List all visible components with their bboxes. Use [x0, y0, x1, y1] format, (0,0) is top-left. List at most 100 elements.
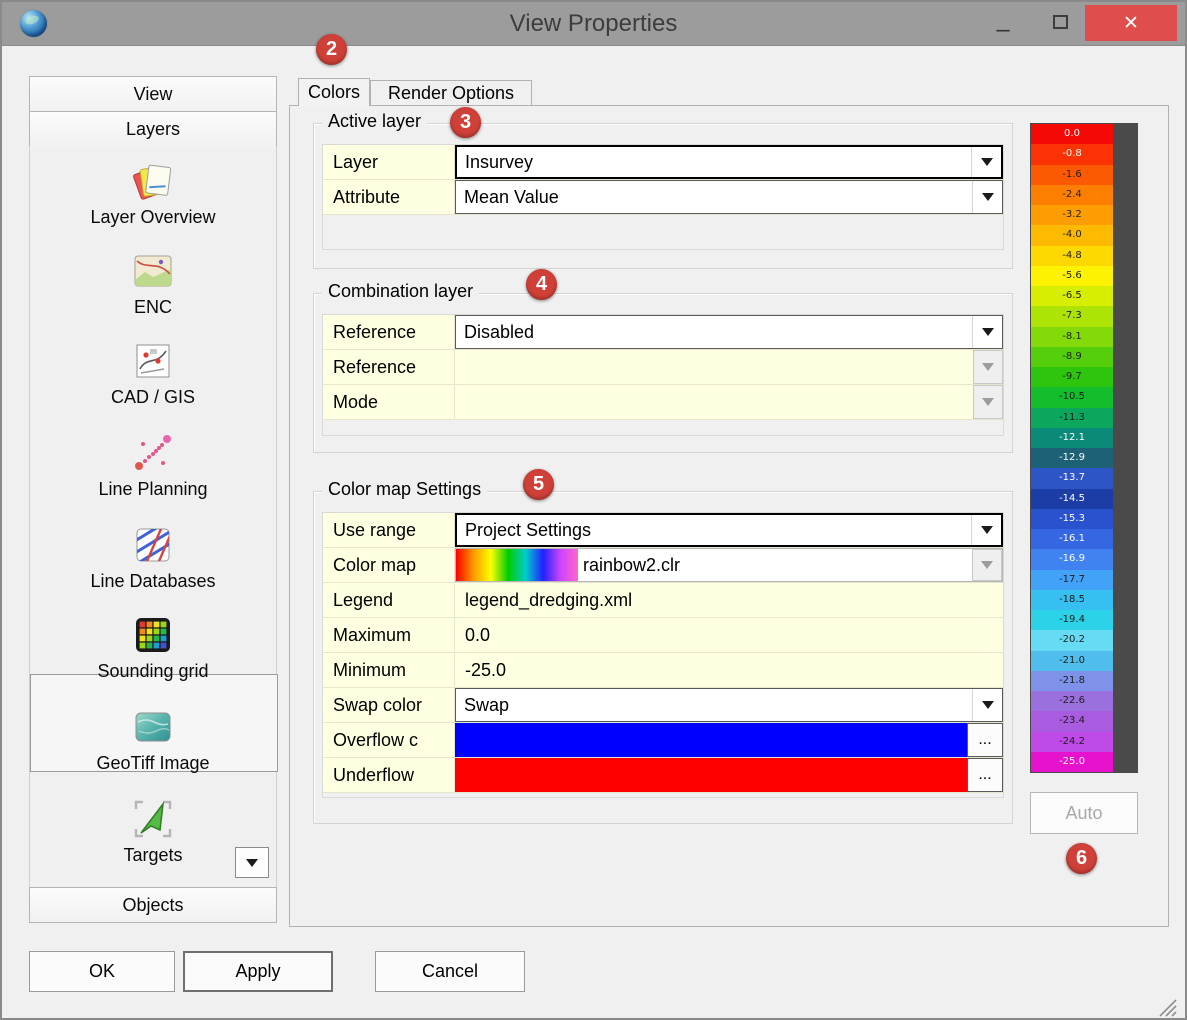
legend-band: -1.6 — [1031, 165, 1113, 185]
chevron-down-icon — [981, 158, 993, 166]
mode-dropdown-disabled — [455, 385, 1003, 419]
property-row-color-map: Color map rainbow2.clr — [323, 548, 1003, 583]
step-badge-3: 3 — [450, 107, 481, 138]
legend-band: -7.3 — [1031, 306, 1113, 326]
sidebar-item-label: Line Planning — [29, 479, 277, 500]
property-row-maximum: Maximum 0.0 — [323, 618, 1003, 653]
layer-overview-icon — [130, 158, 176, 204]
dropdown-value: Swap — [456, 689, 972, 721]
sidebar-item-label: Layer Overview — [29, 207, 277, 228]
dropdown-button[interactable] — [972, 689, 1002, 721]
line-databases-icon — [130, 522, 176, 568]
sidebar-item-sounding-grid[interactable]: Sounding grid — [29, 612, 277, 682]
step-badge-6: 6 — [1066, 843, 1097, 874]
legend-band: -11.3 — [1031, 408, 1113, 428]
targets-icon — [130, 796, 176, 842]
attribute-dropdown[interactable]: Mean Value — [455, 180, 1003, 214]
legend-band: -2.4 — [1031, 185, 1113, 205]
legend-band: -4.0 — [1031, 225, 1113, 245]
color-map-filename: rainbow2.clr — [578, 549, 972, 581]
legend-band: -14.5 — [1031, 489, 1113, 509]
legend-band: -22.6 — [1031, 691, 1113, 711]
legend-band: -20.2 — [1031, 630, 1113, 650]
legend-band: -13.7 — [1031, 468, 1113, 488]
chevron-down-icon — [982, 328, 994, 336]
view-properties-window: View Properties – ✕ View Layers Layer Ov… — [0, 0, 1187, 1020]
maximum-value: 0.0 — [455, 618, 1003, 652]
legend-band: -18.5 — [1031, 590, 1113, 610]
dropdown-value — [455, 385, 973, 419]
row-label: Minimum — [323, 653, 455, 688]
dropdown-button[interactable] — [972, 316, 1002, 348]
legend-band: -8.9 — [1031, 347, 1113, 367]
legend-band: -3.2 — [1031, 205, 1113, 225]
sidebar-item-enc[interactable]: ENC — [29, 248, 277, 318]
row-label: Attribute — [323, 180, 455, 215]
tab-colors[interactable]: Colors — [298, 78, 370, 106]
legend-file-value: legend_dredging.xml — [455, 583, 1003, 617]
sidebar-section-view[interactable]: View — [29, 76, 277, 112]
sidebar-item-layer-overview[interactable]: Layer Overview — [29, 158, 277, 228]
swap-color-dropdown[interactable]: Swap — [455, 688, 1003, 722]
step-badge-5: 5 — [523, 469, 554, 500]
ok-button[interactable]: OK — [29, 951, 175, 992]
maximize-button[interactable] — [1042, 4, 1078, 40]
legend-band: -9.7 — [1031, 367, 1113, 387]
tab-render-options[interactable]: Render Options — [370, 80, 532, 105]
resize-grip[interactable] — [1154, 994, 1178, 1018]
group-title: Color map Settings — [322, 479, 487, 500]
apply-button[interactable]: Apply — [183, 951, 333, 992]
sidebar-scroll-dropdown-button[interactable] — [235, 847, 269, 878]
close-button[interactable]: ✕ — [1085, 5, 1177, 41]
overflow-color-picker-button[interactable]: ... — [967, 723, 1003, 757]
active-layer-group: Active layer Layer Insurvey Attribute — [313, 123, 1013, 269]
row-label: Reference — [323, 315, 455, 350]
chevron-down-icon — [246, 859, 258, 867]
chevron-down-icon — [981, 561, 993, 569]
minimize-button[interactable]: – — [985, 4, 1021, 40]
auto-button: Auto — [1030, 792, 1138, 834]
chevron-down-icon — [981, 526, 993, 534]
dropdown-button[interactable] — [972, 181, 1002, 213]
color-map-settings-group: Color map Settings Use range Project Set… — [313, 491, 1013, 824]
sidebar-item-line-databases[interactable]: Line Databases — [29, 522, 277, 592]
row-label: Swap color — [323, 688, 455, 723]
dropdown-button[interactable] — [971, 147, 1001, 177]
row-label: Color map — [323, 548, 455, 583]
combination-layer-grid: Reference Disabled Reference — [322, 314, 1004, 436]
color-map-swatch — [456, 549, 578, 581]
use-range-dropdown[interactable]: Project Settings — [455, 513, 1003, 547]
property-row-layer: Layer Insurvey — [323, 145, 1003, 180]
sidebar-item-geotiff-image[interactable]: GeoTiff Image — [29, 704, 277, 774]
step-badge-4: 4 — [526, 269, 557, 300]
legend-band: -4.8 — [1031, 246, 1113, 266]
app-globe-icon — [20, 10, 47, 37]
color-scale: 0.0-0.8-1.6-2.4-3.2-4.0-4.8-5.6-6.5-7.3-… — [1030, 123, 1138, 773]
color-map-dropdown-disabled: rainbow2.clr — [455, 548, 1003, 582]
sidebar-section-layers[interactable]: Layers — [29, 111, 277, 147]
legend-band: -16.1 — [1031, 529, 1113, 549]
sidebar: View Layers Layer Overview — [29, 76, 277, 924]
reference2-dropdown-disabled — [455, 350, 1003, 384]
cancel-button[interactable]: Cancel — [375, 951, 525, 992]
sidebar-item-line-planning[interactable]: Line Planning — [29, 430, 277, 500]
chevron-down-icon — [982, 398, 994, 406]
maximize-icon — [1053, 15, 1068, 29]
sidebar-item-cad-gis[interactable]: CAD / GIS — [29, 338, 277, 408]
dropdown-button[interactable] — [971, 515, 1001, 545]
reference-dropdown[interactable]: Disabled — [455, 315, 1003, 349]
minimum-value: -25.0 — [455, 653, 1003, 687]
active-layer-grid: Layer Insurvey Attribute Mean Value — [322, 144, 1004, 250]
legend-band: -10.5 — [1031, 387, 1113, 407]
legend-band: -21.8 — [1031, 671, 1113, 691]
underflow-color-picker-button[interactable]: ... — [967, 758, 1003, 792]
layer-dropdown[interactable]: Insurvey — [455, 145, 1003, 179]
overflow-color-swatch — [455, 723, 967, 757]
dropdown-button — [973, 350, 1003, 384]
legend-band: -12.1 — [1031, 428, 1113, 448]
sidebar-section-objects[interactable]: Objects — [29, 887, 277, 923]
legend-band: -17.7 — [1031, 570, 1113, 590]
line-planning-icon — [130, 430, 176, 476]
dropdown-value: Insurvey — [457, 147, 971, 177]
colors-tab-page: Active layer Layer Insurvey Attribute — [289, 105, 1169, 927]
